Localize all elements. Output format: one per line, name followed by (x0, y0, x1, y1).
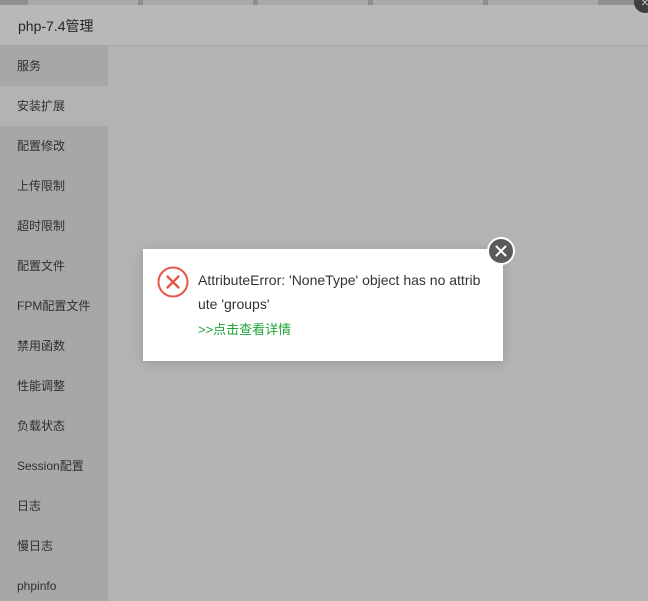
sidebar-menu: 服务 安装扩展 配置修改 上传限制 超时限制 配置文件 FPM配置文件 禁用函数… (0, 46, 108, 601)
sidebar-item-log[interactable]: 日志 (0, 486, 108, 526)
sidebar-item-phpinfo[interactable]: phpinfo (0, 566, 108, 601)
sidebar-item-upload-limit[interactable]: 上传限制 (0, 166, 108, 206)
sidebar-item-fpm-config-file[interactable]: FPM配置文件 (0, 286, 108, 326)
sidebar-item-install-extension[interactable]: 安装扩展 (0, 86, 108, 126)
error-dialog: AttributeError: 'NoneType' object has no… (143, 237, 515, 361)
sidebar-item-load-status[interactable]: 负载状态 (0, 406, 108, 446)
window-close-icon[interactable]: × (634, 0, 648, 13)
window-title: php-7.4管理 (18, 18, 94, 34)
sidebar-item-disabled-functions[interactable]: 禁用函数 (0, 326, 108, 366)
sidebar-item-service[interactable]: 服务 (0, 46, 108, 86)
screen: php-7.4管理 × 服务 安装扩展 配置修改 上传限制 超时限制 配置文件 … (0, 0, 648, 601)
close-icon[interactable] (487, 237, 515, 265)
sidebar-item-slow-log[interactable]: 慢日志 (0, 526, 108, 566)
error-message: AttributeError: 'NoneType' object has no… (198, 272, 481, 312)
sidebar-item-config-file[interactable]: 配置文件 (0, 246, 108, 286)
sidebar-item-config-edit[interactable]: 配置修改 (0, 126, 108, 166)
sidebar-item-timeout-limit[interactable]: 超时限制 (0, 206, 108, 246)
sidebar-item-performance-tuning[interactable]: 性能调整 (0, 366, 108, 406)
error-circle-icon (157, 266, 189, 298)
window-header: php-7.4管理 × (0, 0, 648, 46)
sidebar-item-session-config[interactable]: Session配置 (0, 446, 108, 486)
view-details-link[interactable]: >>点击查看详情 (198, 319, 291, 338)
